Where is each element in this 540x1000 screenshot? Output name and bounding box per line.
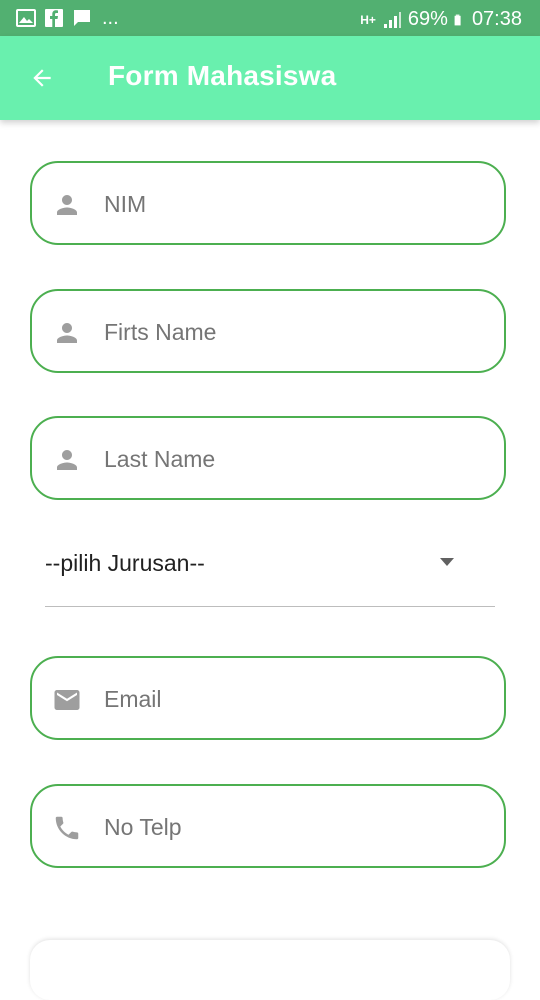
- email-field[interactable]: [30, 656, 506, 740]
- last-name-field[interactable]: [30, 416, 506, 500]
- nim-input[interactable]: [102, 181, 486, 227]
- dropdown-arrow-icon: [440, 558, 454, 566]
- phone-field[interactable]: [30, 784, 506, 868]
- status-bar-notifications: ...: [16, 8, 119, 28]
- more-notifications: ...: [102, 7, 119, 29]
- person-icon: [57, 195, 77, 215]
- battery-percentage: 69%: [407, 8, 448, 30]
- gallery-icon: [16, 9, 36, 27]
- signal-icon: [383, 11, 401, 28]
- phone-icon: [55, 816, 79, 840]
- person-icon: [57, 323, 77, 343]
- network-type: H+: [360, 12, 376, 27]
- app-bar: Form Mahasiswa: [0, 36, 540, 120]
- facebook-icon: [45, 9, 63, 28]
- email-icon: [54, 690, 80, 710]
- back-button[interactable]: [22, 58, 62, 98]
- clock: 07:38: [471, 8, 522, 30]
- bottom-card: [30, 940, 510, 1000]
- status-bar-system: H+ 69% 07:38: [360, 8, 522, 31]
- nim-field[interactable]: [30, 161, 506, 245]
- jurusan-selected-value: --pilih Jurusan--: [45, 550, 205, 576]
- phone-input[interactable]: [102, 804, 486, 850]
- jurusan-dropdown[interactable]: --pilih Jurusan--: [45, 540, 495, 607]
- email-input[interactable]: [102, 676, 486, 722]
- battery-icon: [454, 14, 461, 25]
- last-name-input[interactable]: [102, 436, 486, 482]
- page-title: Form Mahasiswa: [108, 60, 337, 91]
- message-icon: [74, 10, 90, 26]
- status-bar: ... H+ 69% 07:38: [0, 0, 540, 36]
- arrow-back-icon: [33, 69, 51, 87]
- first-name-field[interactable]: [30, 289, 506, 373]
- first-name-input[interactable]: [102, 309, 486, 355]
- person-icon: [57, 450, 77, 470]
